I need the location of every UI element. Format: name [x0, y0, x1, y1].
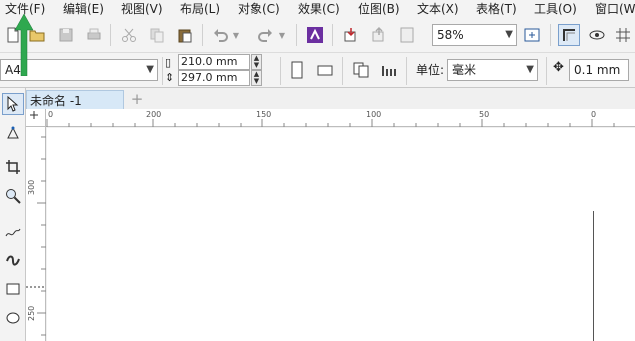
ruler-origin[interactable] [26, 109, 46, 127]
toolbox [0, 88, 26, 341]
ruler-label: 300 [27, 179, 36, 195]
zoom-value: 58% [437, 28, 464, 42]
rectangle-tool-icon[interactable] [2, 278, 24, 300]
document-tab-bar: 未命名 -1 + [26, 88, 635, 109]
drawing-canvas[interactable] [47, 128, 635, 341]
current-page-icon[interactable] [378, 59, 400, 81]
publish-pdf-icon[interactable] [396, 24, 418, 46]
cut-icon[interactable] [118, 24, 140, 46]
view-icon[interactable] [586, 24, 608, 46]
property-bar: A4 ▼ ▯ 210.0 mm ▲ ▼ ⇕ 297.0 mm ▲ ▼ 单位: 毫米 … [0, 53, 635, 88]
page-width-field[interactable]: 210.0 mm [178, 54, 250, 70]
menu-effects[interactable]: 效果(C) [298, 0, 340, 18]
ruler-label: 50 [479, 110, 490, 119]
menu-object[interactable]: 对象(C) [238, 0, 280, 18]
search-content-icon[interactable] [304, 24, 326, 46]
all-pages-icon[interactable] [350, 59, 372, 81]
chevron-down-icon: ▼ [146, 64, 154, 75]
document-tab[interactable]: 未命名 -1 [26, 90, 124, 109]
zoom-tool-icon[interactable] [2, 185, 24, 207]
landscape-icon[interactable] [314, 59, 336, 81]
annotation-arrow [14, 14, 34, 76]
pick-tool-icon[interactable] [2, 93, 24, 115]
width-dimension-icon: ▯ [165, 56, 172, 69]
ruler-label: 100 [366, 110, 382, 119]
undo-dropdown-icon[interactable]: ▼ [230, 24, 242, 46]
artistic-media-icon[interactable] [2, 248, 24, 270]
horizontal-ruler[interactable]: 0 200 150 100 50 0 [46, 109, 635, 127]
menu-bar: 文件(F) 编辑(E) 视图(V) 布局(L) 对象(C) 效果(C) 位图(B… [0, 0, 635, 18]
undo-icon[interactable] [210, 24, 232, 46]
redo-icon[interactable] [254, 24, 276, 46]
menu-table[interactable]: 表格(T) [476, 0, 517, 18]
page-height-field[interactable]: 297.0 mm [178, 70, 250, 86]
height-spinner[interactable]: ▲ ▼ [251, 70, 262, 86]
menu-tools[interactable]: 工具(O) [534, 0, 577, 18]
crop-tool-icon[interactable] [2, 156, 24, 178]
freehand-tool-icon[interactable] [2, 221, 24, 243]
units-combo[interactable]: 毫米 ▼ [447, 59, 538, 81]
ruler-label: 200 [146, 110, 162, 119]
paste-icon[interactable] [174, 24, 196, 46]
shape-tool-icon[interactable] [2, 122, 24, 144]
units-value: 毫米 [452, 63, 477, 77]
menu-bitmaps[interactable]: 位图(B) [358, 0, 400, 18]
import-icon[interactable] [340, 24, 362, 46]
width-spinner[interactable]: ▲ ▼ [251, 54, 262, 70]
grid-icon[interactable] [612, 24, 634, 46]
ellipse-tool-icon[interactable] [2, 307, 24, 329]
menu-text[interactable]: 文本(X) [417, 0, 459, 18]
save-icon[interactable] [55, 24, 77, 46]
ruler-label: 250 [27, 305, 36, 321]
copy-icon[interactable] [146, 24, 168, 46]
chevron-down-icon: ▼ [505, 29, 513, 40]
add-document-button[interactable]: + [129, 91, 145, 107]
vertical-ruler[interactable]: 300 250 [26, 127, 46, 341]
print-icon[interactable] [83, 24, 105, 46]
nudge-value: 0.1 mm [574, 63, 621, 77]
ruler-label: 150 [256, 110, 272, 119]
redo-dropdown-icon[interactable]: ▼ [276, 24, 288, 46]
ruler-label: 0 [591, 110, 597, 119]
menu-layout[interactable]: 布局(L) [180, 0, 220, 18]
chevron-down-icon: ▼ [526, 64, 534, 75]
nudge-icon: ✥ [553, 60, 564, 75]
page-border [593, 211, 594, 341]
page-width-value: 210.0 mm [181, 55, 238, 68]
zoom-combo[interactable]: 58% ▼ [432, 24, 517, 46]
standard-toolbar: ▼ ▼ 58% ▼ [0, 18, 635, 53]
menu-view[interactable]: 视图(V) [121, 0, 163, 18]
nudge-field[interactable]: 0.1 mm [569, 59, 629, 81]
portrait-icon[interactable] [286, 59, 308, 81]
menu-edit[interactable]: 编辑(E) [63, 0, 104, 18]
export-icon[interactable] [368, 24, 390, 46]
units-label: 单位: [416, 63, 445, 77]
document-tab-title: 未命名 -1 [30, 94, 82, 108]
snap-icon[interactable] [558, 24, 580, 46]
page-height-value: 297.0 mm [181, 71, 238, 84]
full-screen-icon[interactable] [521, 24, 543, 46]
menu-window[interactable]: 窗口(W) [595, 0, 635, 18]
ruler-label: 0 [48, 110, 54, 119]
height-dimension-icon: ⇕ [165, 71, 175, 84]
